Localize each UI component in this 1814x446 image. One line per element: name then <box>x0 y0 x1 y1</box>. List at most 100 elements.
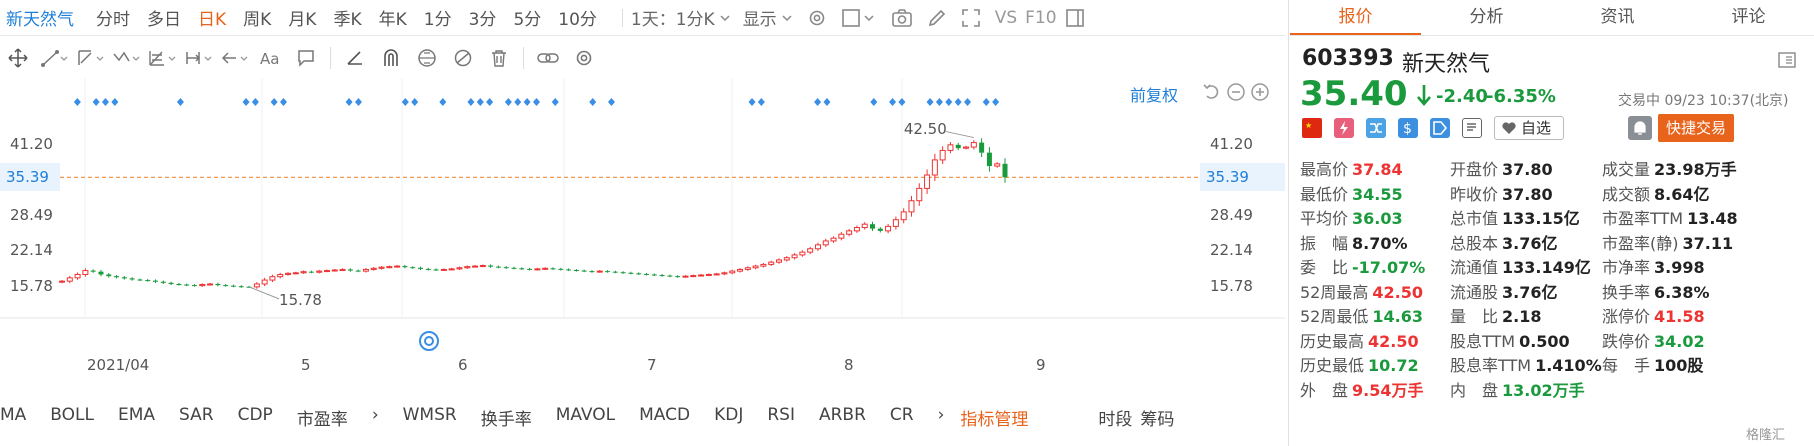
candle-body[interactable] <box>870 224 876 229</box>
candle-body[interactable] <box>370 267 377 270</box>
candle-body[interactable] <box>620 272 626 274</box>
event-marker[interactable] <box>757 98 765 106</box>
event-marker[interactable] <box>898 98 906 106</box>
candle-body[interactable] <box>98 271 104 275</box>
fib-tool-icon[interactable] <box>144 43 180 73</box>
candle-body[interactable] <box>425 268 431 270</box>
candle-body[interactable] <box>168 282 174 284</box>
candle-body[interactable] <box>292 272 299 275</box>
candle-body[interactable] <box>215 283 221 286</box>
magnet-icon[interactable] <box>373 43 409 73</box>
f10-button[interactable]: F10 <box>1025 8 1056 28</box>
candle-body[interactable] <box>269 276 276 281</box>
event-marker[interactable] <box>523 98 531 106</box>
candle-body[interactable] <box>488 265 494 267</box>
candle-body[interactable] <box>285 272 292 275</box>
timeframe-tab[interactable]: 5分 <box>513 5 541 30</box>
bell-icon[interactable] <box>1628 116 1652 140</box>
event-marker[interactable] <box>814 98 822 106</box>
move-icon[interactable] <box>0 43 36 73</box>
candle-body[interactable] <box>931 159 938 176</box>
candle-body[interactable] <box>830 237 837 242</box>
candle-body[interactable] <box>651 274 657 276</box>
event-marker[interactable] <box>982 98 990 106</box>
indicator-item[interactable]: CR <box>890 405 914 430</box>
candle-body[interactable] <box>721 272 728 275</box>
candle-body[interactable] <box>628 272 634 274</box>
candle-body[interactable] <box>566 269 572 271</box>
candle-body[interactable] <box>238 286 244 288</box>
connect-icon[interactable] <box>1366 118 1386 138</box>
candle-body[interactable] <box>90 270 96 272</box>
candle-body[interactable] <box>924 174 931 189</box>
candle-body[interactable] <box>59 280 65 283</box>
wave-tool-icon[interactable] <box>108 43 144 73</box>
candle-body[interactable] <box>979 142 985 153</box>
sidebar-toggle-icon[interactable] <box>1065 8 1085 28</box>
indicator-item[interactable]: 市盈率 <box>297 405 348 430</box>
candle-body[interactable] <box>861 223 868 229</box>
candle-body[interactable] <box>511 267 517 269</box>
event-marker[interactable] <box>251 98 259 106</box>
timeframe-tab[interactable]: 季K <box>333 5 361 30</box>
candle-body[interactable] <box>440 268 447 271</box>
candle-body[interactable] <box>106 274 112 277</box>
candle-body[interactable] <box>534 268 541 271</box>
timeframe-tab[interactable]: 年K <box>379 5 407 30</box>
trash-icon[interactable] <box>481 43 517 73</box>
candle-body[interactable] <box>900 211 907 221</box>
candle-body[interactable] <box>705 273 712 276</box>
candle-body[interactable] <box>82 270 89 275</box>
timeframe-tab[interactable]: 分时 <box>96 5 130 30</box>
news-marker-icon[interactable] <box>418 330 440 352</box>
event-marker[interactable] <box>964 98 972 106</box>
indicator-item[interactable]: WMSR <box>403 405 457 430</box>
event-marker[interactable] <box>954 98 962 106</box>
event-marker[interactable] <box>73 98 81 106</box>
candle-body[interactable] <box>339 268 346 271</box>
candle-body[interactable] <box>503 267 509 269</box>
candle-body[interactable] <box>605 271 611 273</box>
candle-body[interactable] <box>877 228 883 231</box>
timeframe-tab[interactable]: 月K <box>288 5 316 30</box>
event-marker[interactable] <box>270 98 278 106</box>
indicator-item[interactable]: MAVOL <box>556 405 615 430</box>
candle-body[interactable] <box>479 265 486 268</box>
event-marker[interactable] <box>101 98 109 106</box>
timeframe-tab[interactable]: 3分 <box>469 5 497 30</box>
candle-body[interactable] <box>939 149 946 161</box>
candle-body[interactable] <box>775 259 782 263</box>
timeframe-tab[interactable]: 周K <box>243 5 271 30</box>
indicator-item[interactable]: CDP <box>238 405 273 430</box>
event-marker[interactable] <box>354 98 362 106</box>
event-marker[interactable] <box>945 98 953 106</box>
chips-button[interactable]: 筹码 <box>1140 405 1174 430</box>
candle-body[interactable] <box>253 283 260 288</box>
candle-body[interactable] <box>846 230 853 235</box>
arrow-tool-icon[interactable] <box>216 43 252 73</box>
candle-body[interactable] <box>682 275 689 278</box>
chevron-right-icon[interactable]: › <box>372 405 379 430</box>
candle-body[interactable] <box>402 266 408 268</box>
candle-body[interactable] <box>768 261 775 265</box>
event-marker[interactable] <box>926 98 934 106</box>
indicator-manage-button[interactable]: 指标管理 <box>960 405 1028 430</box>
candle-body[interactable] <box>737 268 744 272</box>
pencil-icon[interactable] <box>927 8 947 28</box>
event-marker[interactable] <box>401 98 409 106</box>
candle-body[interactable] <box>472 265 479 268</box>
event-marker[interactable] <box>345 98 353 106</box>
candle-body[interactable] <box>644 273 650 275</box>
text-tool-icon[interactable]: Aa <box>252 43 288 73</box>
tag-icon[interactable] <box>1430 118 1450 138</box>
event-marker[interactable] <box>467 98 475 106</box>
candle-body[interactable] <box>760 263 767 267</box>
candle-body[interactable] <box>791 254 798 259</box>
event-marker[interactable] <box>280 98 288 106</box>
settings-icon[interactable] <box>566 43 602 73</box>
chevron-right-icon[interactable]: › <box>938 405 945 430</box>
candle-body[interactable] <box>596 270 603 273</box>
eye-icon[interactable] <box>409 43 445 73</box>
candle-body[interactable] <box>137 279 143 281</box>
candle-body[interactable] <box>331 269 338 272</box>
